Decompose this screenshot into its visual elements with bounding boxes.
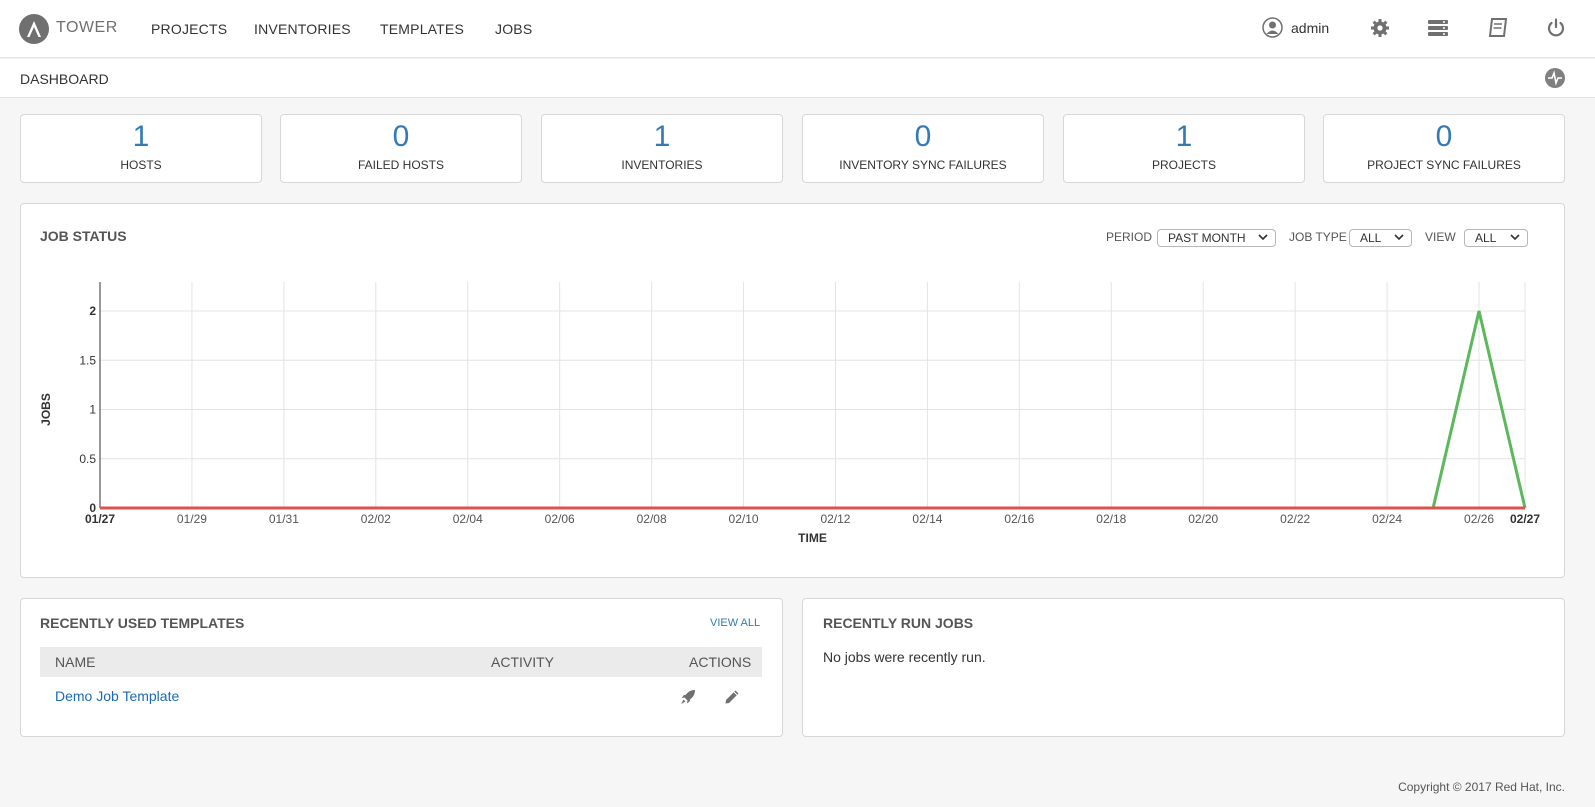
count-label: INVENTORY SYNC FAILURES — [839, 158, 1007, 172]
x-tick-label: 02/22 — [1280, 512, 1310, 526]
chevron-down-icon — [1394, 234, 1404, 241]
period-select[interactable]: PAST MONTH — [1157, 229, 1276, 247]
count-value: 1 — [653, 120, 671, 153]
y-tick-label: 1 — [89, 403, 96, 417]
period-label: PERIOD — [1106, 230, 1153, 244]
count-card-failed-hosts[interactable]: 0 FAILED HOSTS — [280, 114, 522, 183]
x-tick-label: 01/29 — [177, 512, 207, 526]
nav-templates[interactable]: TEMPLATES — [380, 21, 464, 37]
chevron-down-icon — [1510, 234, 1520, 241]
recent-jobs-title: RECENTLY RUN JOBS — [823, 615, 974, 631]
x-tick-label: 01/31 — [269, 512, 299, 526]
x-axis-label: TIME — [798, 531, 827, 545]
count-value: 0 — [914, 120, 932, 153]
table-row: Demo Job Template — [40, 680, 762, 716]
count-label: FAILED HOSTS — [357, 158, 445, 172]
count-label: PROJECT SYNC FAILURES — [1367, 158, 1521, 172]
pencil-icon[interactable] — [724, 689, 740, 705]
top-navigation: TOWER PROJECTS INVENTORIES TEMPLATES JOB… — [0, 0, 1595, 58]
server-icon[interactable] — [1427, 17, 1449, 39]
templates-table-header: NAME ACTIVITY ACTIONS — [40, 647, 762, 677]
power-icon[interactable] — [1545, 17, 1567, 39]
x-tick-label: 02/14 — [912, 512, 942, 526]
recent-templates-title: RECENTLY USED TEMPLATES — [40, 615, 245, 631]
rocket-icon[interactable] — [680, 689, 696, 705]
gear-icon[interactable] — [1369, 17, 1391, 39]
brand-name: TOWER — [56, 19, 118, 36]
count-label: HOSTS — [120, 158, 162, 172]
nav-inventories[interactable]: INVENTORIES — [254, 21, 351, 37]
view-select[interactable]: ALL — [1464, 229, 1528, 247]
x-tick-label: 02/04 — [453, 512, 483, 526]
column-header-name[interactable]: NAME — [55, 654, 95, 670]
x-tick-label: 02/12 — [820, 512, 850, 526]
period-value: PAST MONTH — [1168, 231, 1246, 245]
y-tick-label: 2 — [89, 304, 96, 318]
template-name-link[interactable]: Demo Job Template — [55, 688, 179, 704]
activity-stream-icon[interactable] — [1545, 68, 1565, 88]
x-tick-label: 02/16 — [1004, 512, 1034, 526]
view-all-link[interactable]: VIEW ALL — [710, 617, 760, 629]
count-card-inventory-sync-failures[interactable]: 0 INVENTORY SYNC FAILURES — [802, 114, 1044, 183]
x-tick-label: 02/27 — [1510, 512, 1540, 526]
job-type-label: JOB TYPE — [1289, 230, 1347, 244]
count-value: 0 — [1435, 120, 1453, 153]
y-tick-label: 0.5 — [79, 452, 96, 466]
user-icon — [1262, 17, 1283, 38]
count-value: 1 — [1175, 120, 1193, 153]
book-icon[interactable] — [1487, 17, 1509, 39]
copyright: Copyright © 2017 Red Hat, Inc. — [1398, 780, 1565, 794]
count-value: 0 — [392, 120, 410, 153]
breadcrumb-bar: DASHBOARD — [0, 59, 1595, 98]
x-tick-label: 02/02 — [361, 512, 391, 526]
breadcrumb: DASHBOARD — [20, 71, 109, 87]
count-card-inventories[interactable]: 1 INVENTORIES — [541, 114, 783, 183]
x-tick-label: 02/20 — [1188, 512, 1218, 526]
count-value: 1 — [132, 120, 150, 153]
count-label: PROJECTS — [1151, 158, 1216, 172]
count-card-hosts[interactable]: 1 HOSTS — [20, 114, 262, 183]
x-tick-label: 02/24 — [1372, 512, 1402, 526]
y-axis-label: JOBS — [39, 393, 53, 426]
user-menu[interactable]: admin — [1262, 17, 1329, 38]
count-card-project-sync-failures[interactable]: 0 PROJECT SYNC FAILURES — [1323, 114, 1565, 183]
chevron-down-icon — [1258, 234, 1268, 241]
y-tick-label: 0 — [89, 501, 96, 515]
job-status-title: JOB STATUS — [40, 228, 127, 244]
nav-projects[interactable]: PROJECTS — [151, 21, 227, 37]
view-value: ALL — [1475, 231, 1497, 245]
column-header-activity: ACTIVITY — [491, 654, 555, 670]
x-tick-label: 02/10 — [729, 512, 759, 526]
job-type-value: ALL — [1360, 231, 1382, 245]
column-header-actions: ACTIONS — [689, 654, 752, 670]
x-tick-label: 02/06 — [545, 512, 575, 526]
x-tick-label: 02/08 — [637, 512, 667, 526]
ansible-logo-icon[interactable] — [19, 14, 49, 44]
x-tick-label: 02/18 — [1096, 512, 1126, 526]
count-card-projects[interactable]: 1 PROJECTS — [1063, 114, 1305, 183]
nav-jobs[interactable]: JOBS — [495, 21, 532, 37]
count-label: INVENTORIES — [621, 158, 703, 172]
job-status-chart: 01/27 01/29 01/31 02/02 02/04 02/06 02/08 02/10… — [39, 282, 1540, 545]
y-tick-label: 1.5 — [79, 353, 96, 367]
x-tick-label: 02/26 — [1464, 512, 1494, 526]
empty-message: No jobs were recently run. — [823, 649, 986, 665]
view-label: VIEW — [1425, 230, 1456, 244]
job-type-select[interactable]: ALL — [1349, 229, 1412, 247]
user-name: admin — [1291, 19, 1330, 36]
